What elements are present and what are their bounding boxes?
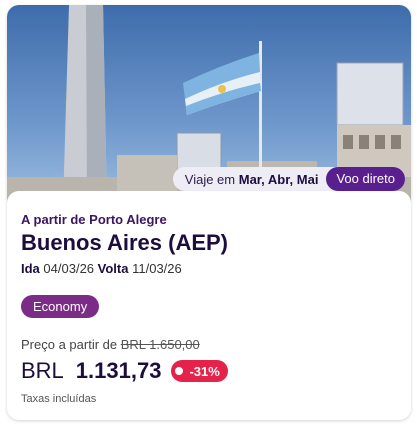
cabin-class-badge: Economy	[21, 295, 100, 318]
outbound-label: Ida	[21, 261, 40, 276]
price-from-label: Preço a partir de	[21, 337, 118, 352]
price-row: BRL 1.131,73 -31%	[21, 356, 228, 386]
travel-dates: Ida 04/03/26 Volta 11/03/26	[21, 261, 182, 276]
return-label: Volta	[97, 261, 129, 276]
outbound-date: 04/03/26	[43, 261, 95, 276]
discount-dot-icon	[175, 367, 184, 375]
price-amount: 1.131,73	[75, 358, 162, 383]
taxes-note: Taxas incluídas	[21, 393, 97, 405]
discount-badge: -31%	[171, 360, 228, 382]
offer-details: A partir de Porto Alegre Buenos Aires (A…	[7, 191, 411, 420]
direct-flight-badge: Voo direto	[326, 167, 405, 191]
travel-tags: Viaje em Mar, Abr, Mai Voo direto	[172, 167, 405, 191]
original-price: BRL 1.650,00	[120, 337, 200, 352]
price-currency: BRL	[21, 358, 64, 383]
discount-value: -31%	[189, 363, 220, 379]
destination-title: Buenos Aires (AEP)	[21, 230, 229, 255]
origin-label: A partir de Porto Alegre	[21, 212, 167, 227]
return-date: 11/03/26	[132, 261, 182, 276]
travel-months: Viaje em Mar, Abr, Mai	[184, 171, 319, 187]
price-from-text: Preço a partir de BRL 1.650,00	[21, 337, 200, 352]
flight-offer-card[interactable]: Viaje em Mar, Abr, Mai Voo direto A part…	[7, 5, 411, 420]
